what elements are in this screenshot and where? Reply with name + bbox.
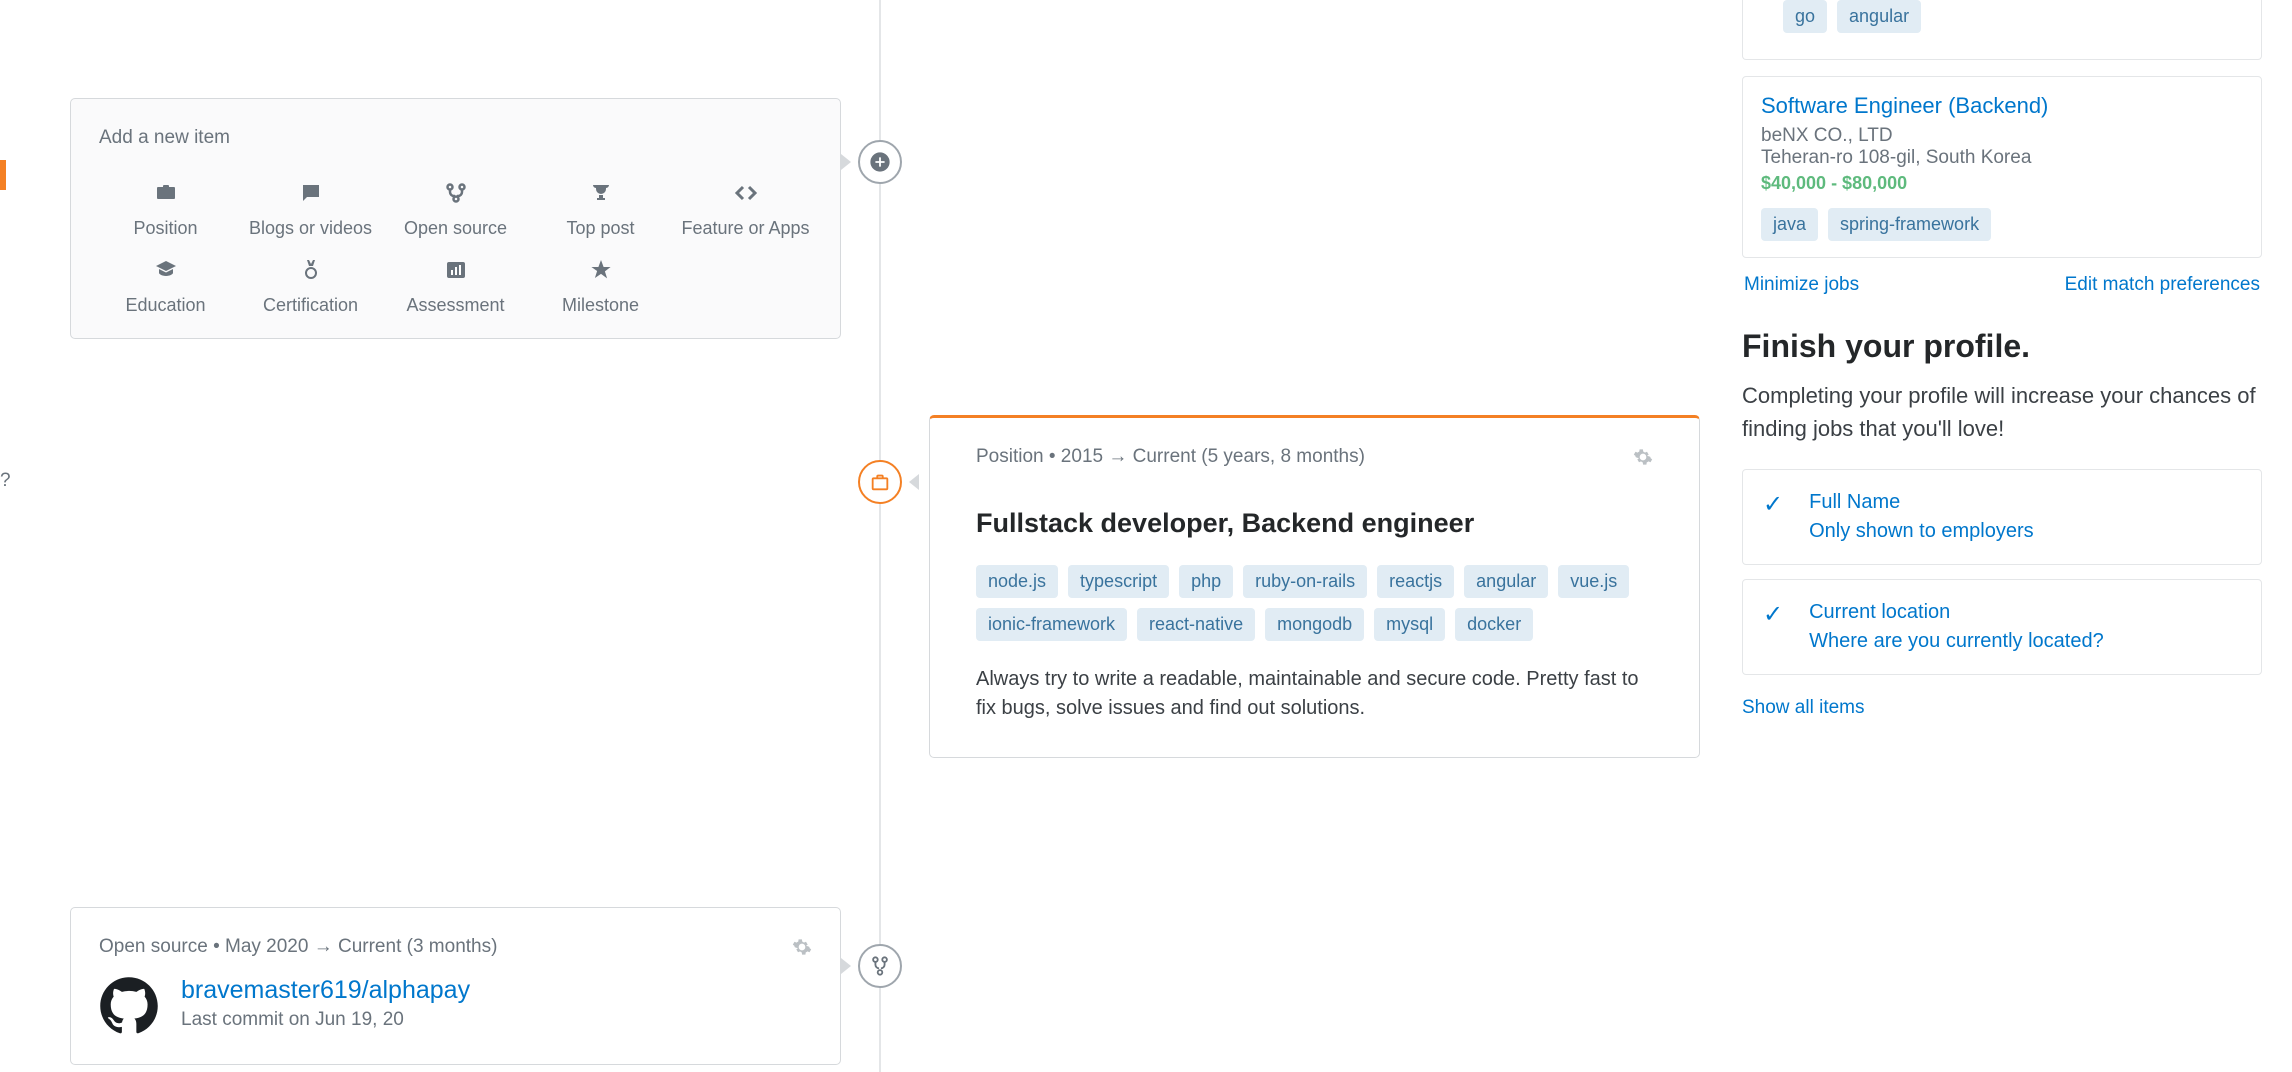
item-opensource[interactable]: Open source xyxy=(389,177,522,240)
tag[interactable]: typescript xyxy=(1068,565,1169,598)
show-all-link[interactable]: Show all items xyxy=(1742,697,1865,719)
chart-icon xyxy=(443,254,469,286)
trophy-icon xyxy=(588,177,614,209)
tag[interactable]: docker xyxy=(1455,608,1533,641)
opensource-card: Open source • May 2020 → Current (3 mont… xyxy=(70,907,841,1065)
tag[interactable]: vue.js xyxy=(1558,565,1629,598)
item-certification[interactable]: Certification xyxy=(244,254,377,317)
position-card: Position • 2015 → Current (5 years, 8 mo… xyxy=(929,415,1700,758)
connector-arrow xyxy=(841,958,851,974)
github-icon xyxy=(99,976,159,1036)
tag[interactable]: ionic-framework xyxy=(976,608,1127,641)
gear-icon[interactable] xyxy=(792,937,812,957)
job-location: Teheran-ro 108-gil, South Korea xyxy=(1761,147,2243,169)
tag[interactable]: mongodb xyxy=(1265,608,1364,641)
item-blogs[interactable]: Blogs or videos xyxy=(244,177,377,240)
check-icon: ✓ xyxy=(1763,600,1783,629)
job-links: Minimize jobs Edit match preferences xyxy=(1744,274,2260,296)
tag[interactable]: angular xyxy=(1837,0,1921,33)
profile-item-title: Full Name xyxy=(1809,488,2034,517)
job-card-partial: go angular xyxy=(1742,0,2262,60)
profile-item-fullname[interactable]: ✓ Full Name Only shown to employers xyxy=(1742,469,2262,565)
timeline-opensource-circle[interactable] xyxy=(858,944,902,988)
position-title: Fullstack developer, Backend engineer xyxy=(976,508,1653,539)
finish-text: Completing your profile will increase yo… xyxy=(1742,379,2262,445)
timeline-add-circle[interactable] xyxy=(858,140,902,184)
profile-item-location[interactable]: ✓ Current location Where are you current… xyxy=(1742,579,2262,675)
job-company: beNX CO., LTD xyxy=(1761,125,2243,147)
timeline-position-circle[interactable] xyxy=(858,460,902,504)
chat-icon xyxy=(298,177,324,209)
job-salary: $40,000 - $80,000 xyxy=(1761,173,2243,194)
code-icon xyxy=(732,177,760,209)
tag[interactable]: spring-framework xyxy=(1828,208,1991,241)
position-meta: Position • 2015 → Current (5 years, 8 mo… xyxy=(976,446,1365,468)
item-assessment[interactable]: Assessment xyxy=(389,254,522,317)
connector-arrow xyxy=(841,154,851,170)
finish-heading: Finish your profile. xyxy=(1742,328,2262,365)
job-card[interactable]: Software Engineer (Backend) beNX CO., LT… xyxy=(1742,76,2262,258)
repo-link[interactable]: bravemaster619/alphapay xyxy=(181,976,470,1005)
item-toppost[interactable]: Top post xyxy=(534,177,667,240)
item-feature[interactable]: Feature or Apps xyxy=(679,177,812,240)
tag[interactable]: mysql xyxy=(1374,608,1445,641)
right-sidebar: go angular Software Engineer (Backend) be… xyxy=(1742,0,2262,719)
tag[interactable]: php xyxy=(1179,565,1233,598)
position-tags: node.js typescript php ruby-on-rails reactjs… xyxy=(976,565,1653,641)
branch-icon xyxy=(444,177,468,209)
profile-item-sub: Where are you currently located? xyxy=(1809,627,2104,656)
tag[interactable]: reactjs xyxy=(1377,565,1454,598)
position-description: Always try to write a readable, maintain… xyxy=(976,665,1653,723)
tag[interactable]: react-native xyxy=(1137,608,1255,641)
edit-preferences-link[interactable]: Edit match preferences xyxy=(2065,274,2260,296)
orange-indicator xyxy=(0,160,6,190)
check-icon: ✓ xyxy=(1763,490,1783,519)
item-education[interactable]: Education xyxy=(99,254,232,317)
item-position[interactable]: Position xyxy=(99,177,232,240)
tag[interactable]: ruby-on-rails xyxy=(1243,565,1367,598)
tag[interactable]: node.js xyxy=(976,565,1058,598)
tag[interactable]: go xyxy=(1783,0,1827,33)
gear-icon[interactable] xyxy=(1633,447,1653,467)
tag[interactable]: angular xyxy=(1464,565,1548,598)
connector-arrow xyxy=(909,474,919,490)
minimize-jobs-link[interactable]: Minimize jobs xyxy=(1744,274,1859,296)
graduation-icon xyxy=(152,254,180,286)
question-mark: ? xyxy=(0,470,11,492)
last-commit: Last commit on Jun 19, 20 xyxy=(181,1009,470,1031)
job-title[interactable]: Software Engineer (Backend) xyxy=(1761,93,2243,119)
item-milestone[interactable]: Milestone xyxy=(534,254,667,317)
add-item-card: Add a new item Position Blogs or videos … xyxy=(70,98,841,339)
opensource-meta: Open source • May 2020 → Current (3 mont… xyxy=(99,936,497,958)
tag[interactable]: java xyxy=(1761,208,1818,241)
star-icon xyxy=(588,254,614,286)
briefcase-icon xyxy=(153,177,179,209)
profile-item-title: Current location xyxy=(1809,598,2104,627)
add-item-title: Add a new item xyxy=(99,127,812,149)
medal-icon xyxy=(299,254,323,286)
profile-item-sub: Only shown to employers xyxy=(1809,517,2034,546)
